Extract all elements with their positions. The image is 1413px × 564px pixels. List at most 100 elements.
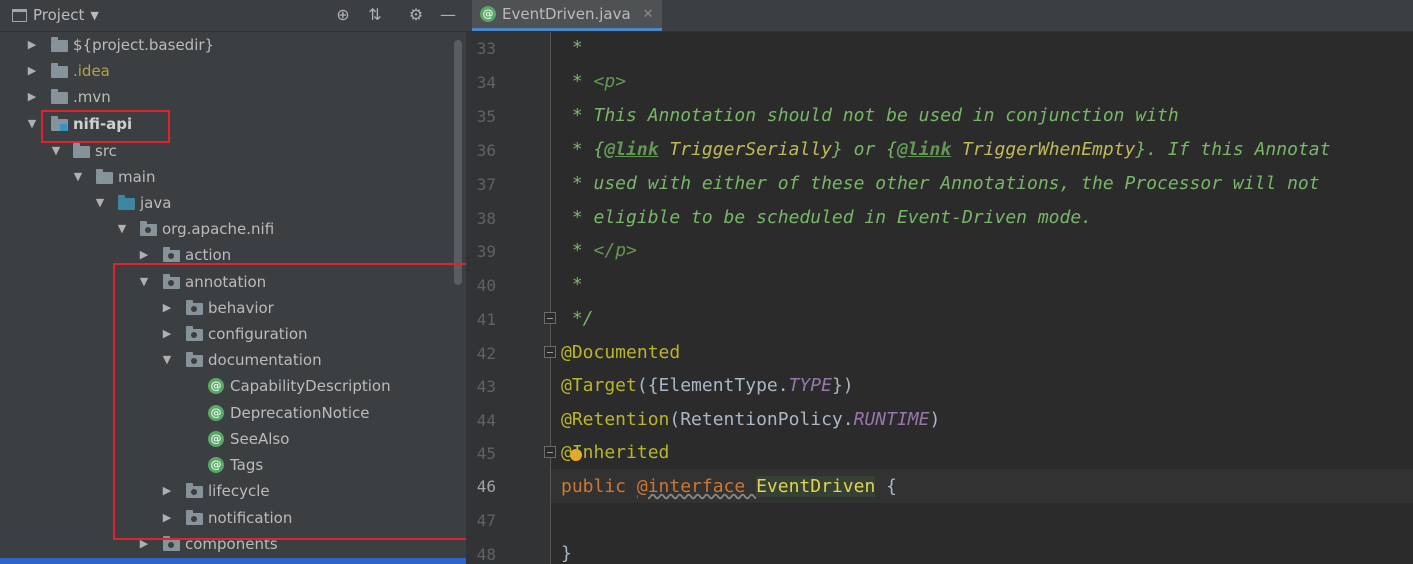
highlight-box-module xyxy=(41,110,170,143)
javadoc-tag: @link xyxy=(604,139,659,160)
tree-item[interactable]: ▼ org.apache.nifi xyxy=(0,216,460,242)
code-line[interactable]: * <p> xyxy=(561,65,626,99)
highlight-box-annotation xyxy=(113,263,466,540)
line-number: 40 xyxy=(476,276,496,295)
comment-text: * This Annotation should not be used in … xyxy=(561,105,1179,126)
collapse-all-icon[interactable]: ⇅ xyxy=(365,5,385,25)
comment-text: * used with either of these other Annota… xyxy=(561,173,1320,194)
line-number: 35 xyxy=(476,107,496,126)
line-number: 48 xyxy=(476,545,496,564)
code-line[interactable]: @Target({ElementType.TYPE}) xyxy=(561,369,854,403)
annotation-token: @Target xyxy=(561,375,637,396)
comment-text: * eligible to be scheduled in Event-Driv… xyxy=(561,207,1093,228)
chevron-down-icon[interactable]: ▼ xyxy=(90,9,98,22)
line-number: 33 xyxy=(476,39,496,58)
tree-item-label: ${project.basedir} xyxy=(73,36,215,54)
tree-item-label: main xyxy=(118,168,156,186)
tree-item[interactable]: ▼ main xyxy=(0,164,460,190)
tab-label: EventDriven.java xyxy=(502,4,631,23)
editor-tab-bar: @ EventDriven.java ✕ xyxy=(466,0,1413,32)
fold-marker-icon[interactable] xyxy=(544,312,556,324)
annotation-token: @Documented xyxy=(561,342,681,363)
line-number: 43 xyxy=(476,377,496,396)
code-text: }) xyxy=(831,375,854,396)
fold-guide xyxy=(550,32,551,564)
line-number: 45 xyxy=(476,444,496,463)
javadoc-reference: TriggerSerially xyxy=(658,139,832,160)
comment-text: }. If this Annotat xyxy=(1135,139,1331,160)
project-panel-title: Project xyxy=(33,6,85,24)
tree-item-label: .idea xyxy=(73,62,110,80)
source-folder-icon xyxy=(118,195,135,210)
line-number: 38 xyxy=(476,209,496,228)
tree-item-label: java xyxy=(140,194,172,212)
project-window-icon xyxy=(12,8,27,22)
javadoc-reference: TriggerWhenEmpty xyxy=(951,139,1136,160)
code-line[interactable]: @Retention(RetentionPolicy.RUNTIME) xyxy=(561,403,940,437)
code-text: } xyxy=(561,543,572,564)
comment-text: */ xyxy=(561,308,594,329)
line-number: 41 xyxy=(476,310,496,329)
code-line[interactable]: * xyxy=(561,268,583,302)
code-line[interactable]: } xyxy=(561,537,572,564)
comment-text: * { xyxy=(561,139,605,160)
package-icon xyxy=(163,247,180,262)
code-line-current[interactable]: public @interface EventDriven { xyxy=(561,470,897,504)
class-name-token: EventDriven xyxy=(756,476,876,497)
code-line[interactable]: * {@link TriggerSerially} or {@link Trig… xyxy=(561,133,1331,167)
project-panel: Project ▼ ⊕ ⇅ ⚙ — ▶ ${project.basedir} ▶… xyxy=(0,0,466,564)
code-line[interactable]: @Inherited xyxy=(561,436,669,470)
html-tag: <p> xyxy=(593,71,627,92)
folder-icon xyxy=(51,89,68,104)
line-number: 47 xyxy=(476,511,496,530)
tree-scrollbar[interactable] xyxy=(454,40,462,285)
tab-eventdriven[interactable]: @ EventDriven.java ✕ xyxy=(472,0,662,31)
chevron-right-icon[interactable]: ▶ xyxy=(26,84,38,110)
chevron-down-icon[interactable]: ▼ xyxy=(116,216,128,242)
package-icon xyxy=(163,536,180,551)
tree-item-label: org.apache.nifi xyxy=(162,220,275,238)
line-number: 34 xyxy=(476,73,496,92)
tree-item[interactable]: ▶ .mvn xyxy=(0,84,460,110)
chevron-right-icon[interactable]: ▶ xyxy=(26,58,38,84)
keyword-token: @interface xyxy=(636,476,757,497)
chevron-down-icon[interactable]: ▼ xyxy=(26,111,38,137)
line-number: 39 xyxy=(476,242,496,261)
target-icon[interactable]: ⊕ xyxy=(333,5,353,25)
annotation-icon: @ xyxy=(480,6,496,22)
fold-marker-icon[interactable] xyxy=(544,346,556,358)
code-line[interactable]: * This Annotation should not be used in … xyxy=(561,99,1179,133)
code-line[interactable]: */ xyxy=(561,302,594,336)
line-number: 36 xyxy=(476,141,496,160)
chevron-down-icon[interactable]: ▼ xyxy=(94,190,106,216)
folder-icon xyxy=(96,169,113,184)
comment-text: * xyxy=(561,240,594,261)
line-number: 37 xyxy=(476,175,496,194)
annotation-token: @Retention xyxy=(561,409,670,430)
code-text: ({ElementType. xyxy=(636,375,789,396)
comment-text: * xyxy=(561,274,583,295)
gear-icon[interactable]: ⚙ xyxy=(406,5,426,25)
line-number: 42 xyxy=(476,344,496,363)
chevron-down-icon[interactable]: ▼ xyxy=(72,164,84,190)
tree-item[interactable]: ▶ .idea xyxy=(0,58,460,84)
chevron-right-icon[interactable]: ▶ xyxy=(26,32,38,58)
folder-icon xyxy=(73,143,90,158)
editor-panel: @ EventDriven.java ✕ 33 34 35 36 37 38 3… xyxy=(466,0,1413,564)
code-line[interactable]: * </p> xyxy=(561,234,637,268)
code-text: { xyxy=(875,476,897,497)
close-icon[interactable]: ✕ xyxy=(643,0,654,30)
fold-marker-icon[interactable] xyxy=(544,446,556,458)
code-line[interactable]: * used with either of these other Annota… xyxy=(561,167,1320,201)
code-line[interactable]: @Documented xyxy=(561,336,680,370)
code-line[interactable]: * eligible to be scheduled in Event-Driv… xyxy=(561,201,1092,235)
tree-item[interactable]: ▶ ${project.basedir} xyxy=(0,32,460,58)
project-view-selector[interactable]: Project ▼ xyxy=(12,6,99,24)
minimize-icon[interactable]: — xyxy=(438,5,458,25)
folder-icon xyxy=(51,63,68,78)
folder-icon xyxy=(51,37,68,52)
comment-text: } or { xyxy=(831,139,897,160)
code-text: ) xyxy=(929,409,941,430)
code-line[interactable]: * xyxy=(561,31,583,65)
tree-item[interactable]: ▼ java xyxy=(0,190,460,216)
